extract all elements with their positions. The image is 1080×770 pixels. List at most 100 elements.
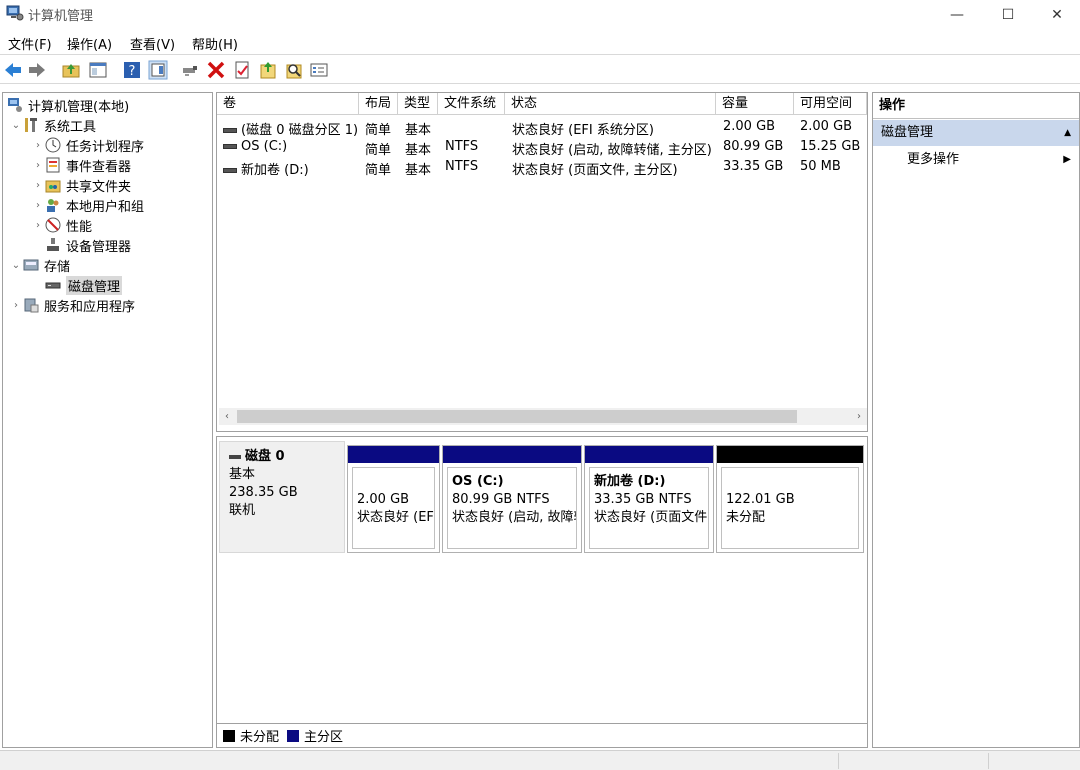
- legend: 未分配 主分区: [217, 723, 867, 747]
- table-row[interactable]: 新加卷 (D:) 简单 基本 NTFS 状态良好 (页面文件, 主分区) 33.…: [217, 157, 867, 178]
- chevron-down-icon[interactable]: ⌄: [9, 260, 23, 271]
- horizontal-scrollbar[interactable]: ‹ ›: [219, 408, 867, 425]
- menu-action[interactable]: 操作(A): [67, 34, 112, 53]
- column-header-layout[interactable]: 布局: [359, 93, 398, 115]
- volume-list: 卷 布局 类型 文件系统 状态 容量 可用空间 (磁盘 0 磁盘分区 1) 简单…: [216, 92, 868, 432]
- minimize-button[interactable]: —: [934, 0, 980, 30]
- legend-swatch-primary: [287, 729, 300, 742]
- tree-item-services-apps[interactable]: › 服务和应用程序: [9, 295, 135, 315]
- menu-bar: 文件(F) 操作(A) 查看(V) 帮助(H): [0, 30, 1080, 54]
- storage-icon: [23, 259, 39, 271]
- show-action-pane-icon[interactable]: [148, 60, 168, 80]
- scrollbar-thumb[interactable]: [237, 410, 797, 423]
- column-header-free-space[interactable]: 可用空间: [794, 93, 867, 115]
- close-button[interactable]: ✕: [1034, 0, 1080, 30]
- partition-bar: [717, 446, 863, 463]
- console-tree: 计算机管理(本地) ⌄ 系统工具 › 任务计划程序 › 事件查看器 › 共享文件…: [2, 92, 213, 748]
- legend-swatch-unallocated: [223, 729, 235, 742]
- export-icon[interactable]: [258, 60, 278, 80]
- disk-type: 基本: [229, 467, 256, 482]
- chevron-right-icon[interactable]: ›: [31, 140, 45, 151]
- search-icon[interactable]: [284, 60, 304, 80]
- status-bar: [0, 750, 1080, 770]
- actions-pane: 操作 磁盘管理 ▲ 更多操作 ▶: [872, 92, 1080, 748]
- tree-item-event-viewer[interactable]: › 事件查看器: [31, 155, 131, 175]
- tree-item-root[interactable]: 计算机管理(本地): [7, 95, 129, 115]
- legend-label-unallocated: 未分配: [240, 730, 280, 745]
- chevron-right-icon[interactable]: ›: [31, 200, 45, 211]
- title-bar: 计算机管理 — ☐ ✕: [0, 0, 1080, 30]
- properties-icon[interactable]: [232, 60, 252, 80]
- tree-item-system-tools[interactable]: ⌄ 系统工具: [9, 115, 96, 135]
- disk-map: 磁盘 0 基本 238.35 GB 联机 2.00 GB 状态良好 (EFI O…: [216, 436, 868, 748]
- users-icon: [47, 199, 59, 212]
- column-header-capacity[interactable]: 容量: [716, 93, 794, 115]
- svg-text:?: ?: [129, 64, 136, 79]
- tree-item-task-scheduler[interactable]: › 任务计划程序: [31, 135, 144, 155]
- settings-icon[interactable]: [309, 60, 329, 80]
- partition-efi[interactable]: 2.00 GB 状态良好 (EFI: [347, 445, 440, 553]
- menu-view[interactable]: 查看(V): [130, 34, 175, 53]
- tree-item-performance[interactable]: › 性能: [31, 215, 92, 235]
- volume-icon: [223, 128, 237, 133]
- computer-management-icon: [8, 98, 22, 112]
- chevron-right-icon[interactable]: ›: [9, 300, 23, 311]
- partition-unallocated[interactable]: 122.01 GB 未分配: [716, 445, 864, 553]
- tree-item-local-users[interactable]: › 本地用户和组: [31, 195, 144, 215]
- disk-icon: [45, 282, 61, 289]
- toolbar: ?: [0, 54, 1080, 84]
- column-header-type[interactable]: 类型: [398, 93, 438, 115]
- help-icon[interactable]: ?: [122, 60, 142, 80]
- partition-c[interactable]: OS (C:) 80.99 GB NTFS 状态良好 (启动, 故障转: [442, 445, 582, 553]
- tree-item-device-manager[interactable]: 设备管理器: [31, 235, 131, 255]
- disk-info[interactable]: 磁盘 0 基本 238.35 GB 联机: [219, 441, 345, 553]
- actions-section-disk-management[interactable]: 磁盘管理 ▲: [873, 120, 1079, 146]
- partition-bar: [348, 446, 439, 463]
- volume-icon: [223, 168, 237, 173]
- up-folder-icon[interactable]: [61, 60, 81, 80]
- tools-icon: [25, 118, 37, 132]
- disk-status: 联机: [229, 503, 256, 518]
- column-header-status[interactable]: 状态: [505, 93, 716, 115]
- chevron-right-icon[interactable]: ›: [31, 180, 45, 191]
- menu-file[interactable]: 文件(F): [8, 34, 52, 53]
- chevron-right-icon[interactable]: ›: [31, 160, 45, 171]
- partition-bar: [443, 446, 581, 463]
- clock-icon: [45, 137, 61, 153]
- computer-management-icon: [6, 5, 24, 21]
- window-title: 计算机管理: [28, 9, 94, 24]
- disk-size: 238.35 GB: [229, 485, 298, 500]
- tree-item-disk-management[interactable]: 磁盘管理: [31, 275, 123, 295]
- column-header-volume[interactable]: 卷: [217, 93, 359, 115]
- scroll-left-icon[interactable]: ‹: [219, 408, 235, 425]
- connect-icon[interactable]: [180, 60, 200, 80]
- scroll-right-icon[interactable]: ›: [851, 408, 867, 425]
- actions-header: 操作: [873, 93, 1079, 119]
- show-tree-icon[interactable]: [88, 60, 108, 80]
- more-actions-item[interactable]: 更多操作 ▶: [873, 148, 1079, 172]
- tree-item-shared-folders[interactable]: › 共享文件夹: [31, 175, 131, 195]
- column-header-filesystem[interactable]: 文件系统: [438, 93, 505, 115]
- status-divider: [838, 753, 839, 769]
- partition-d[interactable]: 新加卷 (D:) 33.35 GB NTFS 状态良好 (页面文件: [584, 445, 714, 553]
- services-icon: [24, 298, 39, 313]
- collapse-up-icon[interactable]: ▲: [1064, 120, 1071, 146]
- performance-icon: [45, 217, 61, 233]
- shared-folder-icon: [45, 180, 61, 193]
- back-icon[interactable]: [3, 60, 23, 80]
- chevron-right-icon[interactable]: ›: [31, 220, 45, 231]
- chevron-down-icon[interactable]: ⌄: [9, 120, 23, 131]
- tree-item-storage[interactable]: ⌄ 存储: [9, 255, 70, 275]
- delete-icon[interactable]: [206, 60, 226, 80]
- event-viewer-icon: [46, 157, 60, 173]
- tree-label: 计算机管理(本地): [28, 99, 130, 115]
- partition-bar: [585, 446, 713, 463]
- disk-icon: [229, 454, 241, 459]
- maximize-button[interactable]: ☐: [985, 0, 1031, 30]
- forward-icon[interactable]: [27, 60, 47, 80]
- status-divider: [988, 753, 989, 769]
- volume-icon: [223, 144, 237, 149]
- table-row[interactable]: (磁盘 0 磁盘分区 1) 简单 基本 状态良好 (EFI 系统分区) 2.00…: [217, 117, 867, 138]
- table-row[interactable]: OS (C:) 简单 基本 NTFS 状态良好 (启动, 故障转储, 主分区) …: [217, 137, 867, 158]
- menu-help[interactable]: 帮助(H): [192, 34, 238, 53]
